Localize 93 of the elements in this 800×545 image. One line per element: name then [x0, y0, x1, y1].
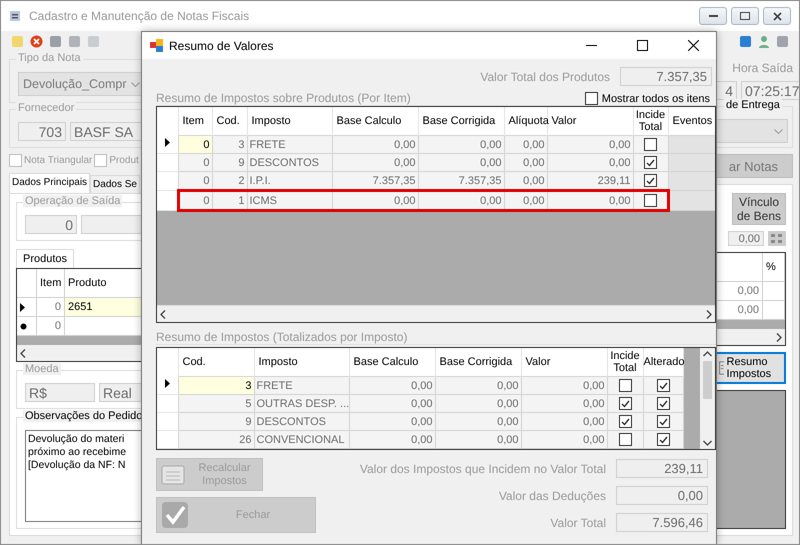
column-header[interactable]: Item: [37, 269, 65, 297]
window-title: Cadastro e Manutenção de Notas Fiscais: [29, 9, 250, 23]
tab[interactable]: Dados Se: [90, 175, 140, 193]
link-goods-button[interactable]: Vínculo de Bens: [732, 193, 786, 225]
table-cell: 0,00: [504, 154, 547, 172]
section-label: Resumo de Impostos sobre Produtos (Por Item): [156, 91, 411, 105]
value-field[interactable]: 0,00: [616, 486, 708, 505]
table-cell: 0,00: [349, 376, 435, 394]
column-header[interactable]: Incide Total: [607, 348, 643, 376]
supplier-name-field[interactable]: BASF SA: [70, 122, 143, 141]
section-label: Resumo de Impostos (Totalizados por Imposto): [156, 330, 408, 344]
table-cell: ICMS: [247, 190, 332, 210]
column-header[interactable]: Base Corrigida: [435, 348, 521, 376]
group-label: Operação de Saída: [23, 195, 122, 207]
table-cell: 0,00: [521, 394, 607, 412]
column-header[interactable]: Alterado: [643, 348, 683, 376]
column-header[interactable]: Imposto: [254, 348, 349, 376]
table-cell: OUTRAS DESP. ...: [254, 394, 349, 412]
table-cell: FRETE: [247, 136, 332, 154]
table-cell: 0,00: [349, 394, 435, 412]
table-cell: 1: [212, 190, 247, 210]
table-cell: 2651: [65, 298, 143, 316]
table-cell: 0,00: [547, 190, 633, 210]
table-cell: 0,00: [349, 430, 435, 448]
table-cell: 0: [178, 154, 212, 172]
column-header[interactable]: Imposto: [247, 107, 332, 136]
field-label: Valor dos Impostos que Incidem no Valor Total: [360, 462, 606, 476]
column-header[interactable]: Base Calculo: [332, 107, 418, 136]
group-label: de Entrega: [724, 99, 782, 111]
table-cell: 5: [178, 394, 254, 412]
table-cell: 0: [178, 136, 212, 154]
table-cell: 0,00: [418, 190, 504, 210]
tax-summary-button[interactable]: Resumo Impostos: [714, 352, 786, 384]
field-label: Valor Total dos Produtos: [480, 70, 610, 84]
table-cell: CONVENCIONAL: [254, 430, 349, 448]
table-cell: 0,00: [521, 376, 607, 394]
table-cell: 0,00: [521, 412, 607, 430]
table-cell: 3: [212, 136, 247, 154]
column-header[interactable]: Cod.: [212, 107, 247, 136]
column-header[interactable]: Base Corrigida: [418, 107, 504, 136]
table-cell: 0,00: [418, 136, 504, 154]
dialog-title: Resumo de Valores: [169, 38, 274, 52]
currency-code-field[interactable]: R$: [25, 383, 95, 402]
table-cell: DESCONTOS: [247, 154, 332, 172]
table-cell: 0,00: [418, 154, 504, 172]
column-header[interactable]: Incide Total: [633, 107, 668, 136]
table-cell: 0,00: [435, 412, 521, 430]
checkbox-label: Nota Triangular: [24, 155, 92, 166]
table-cell: 0,00: [435, 376, 521, 394]
tab[interactable]: Produtos: [16, 249, 74, 268]
field-label: Hora Saída: [732, 61, 793, 75]
table-cell: 0,00: [349, 412, 435, 430]
table-cell: 0,00: [332, 154, 418, 172]
value-field[interactable]: 0,00: [728, 231, 764, 246]
table-cell: 0,00: [435, 430, 521, 448]
column-header[interactable]: Eventos: [668, 107, 715, 136]
group-label: Tipo da Nota: [16, 52, 83, 64]
table-cell: 0,00: [435, 394, 521, 412]
table-cell: 0: [37, 317, 65, 335]
value-field[interactable]: 239,11: [616, 459, 708, 478]
column-header[interactable]: Item: [178, 107, 212, 136]
table-cell: 0,00: [504, 136, 547, 154]
value-field[interactable]: 7.357,35: [620, 67, 712, 86]
table-cell: 3: [178, 376, 254, 394]
table-cell: 9: [212, 154, 247, 172]
group-label: Fornecedor: [16, 102, 76, 114]
currency-name-field[interactable]: Real: [99, 383, 143, 402]
column-header[interactable]: Cod.: [178, 348, 254, 376]
table-cell: 26: [178, 430, 254, 448]
field-label: Valor das Deduções: [498, 488, 606, 502]
column-header[interactable]: Alíquota: [504, 107, 547, 136]
time-field[interactable]: 07:25:17: [741, 81, 799, 100]
table-cell: 0: [178, 190, 212, 210]
value-field[interactable]: 7.596,46: [616, 513, 708, 532]
tab[interactable]: Dados Principais: [9, 173, 90, 193]
checkbox-label: Produt: [109, 155, 139, 166]
column-header[interactable]: Valor: [521, 348, 607, 376]
operation-code-field[interactable]: 0: [25, 215, 77, 234]
group-label: Moeda: [23, 363, 61, 375]
table-cell: 0,00: [521, 430, 607, 448]
notes-text-area[interactable]: Devolução do materi próximo ao recebime [Devolução da NF: N: [25, 430, 143, 522]
table-cell: 0,00: [332, 136, 418, 154]
supplier-code-field[interactable]: 703: [18, 122, 66, 141]
field-label: Valor Total: [550, 516, 606, 530]
table-cell: 0,00: [332, 190, 418, 210]
table-cell: 0,00: [547, 154, 633, 172]
column-header[interactable]: Base Calculo: [349, 348, 435, 376]
table-cell: 0,00: [504, 190, 547, 210]
checkbox-label: Mostrar todos os itens: [602, 92, 710, 104]
table-cell: 0,00: [547, 136, 633, 154]
table-cell: 9: [178, 412, 254, 430]
table-cell: FRETE: [254, 376, 349, 394]
table-cell: DESCONTOS: [254, 412, 349, 430]
